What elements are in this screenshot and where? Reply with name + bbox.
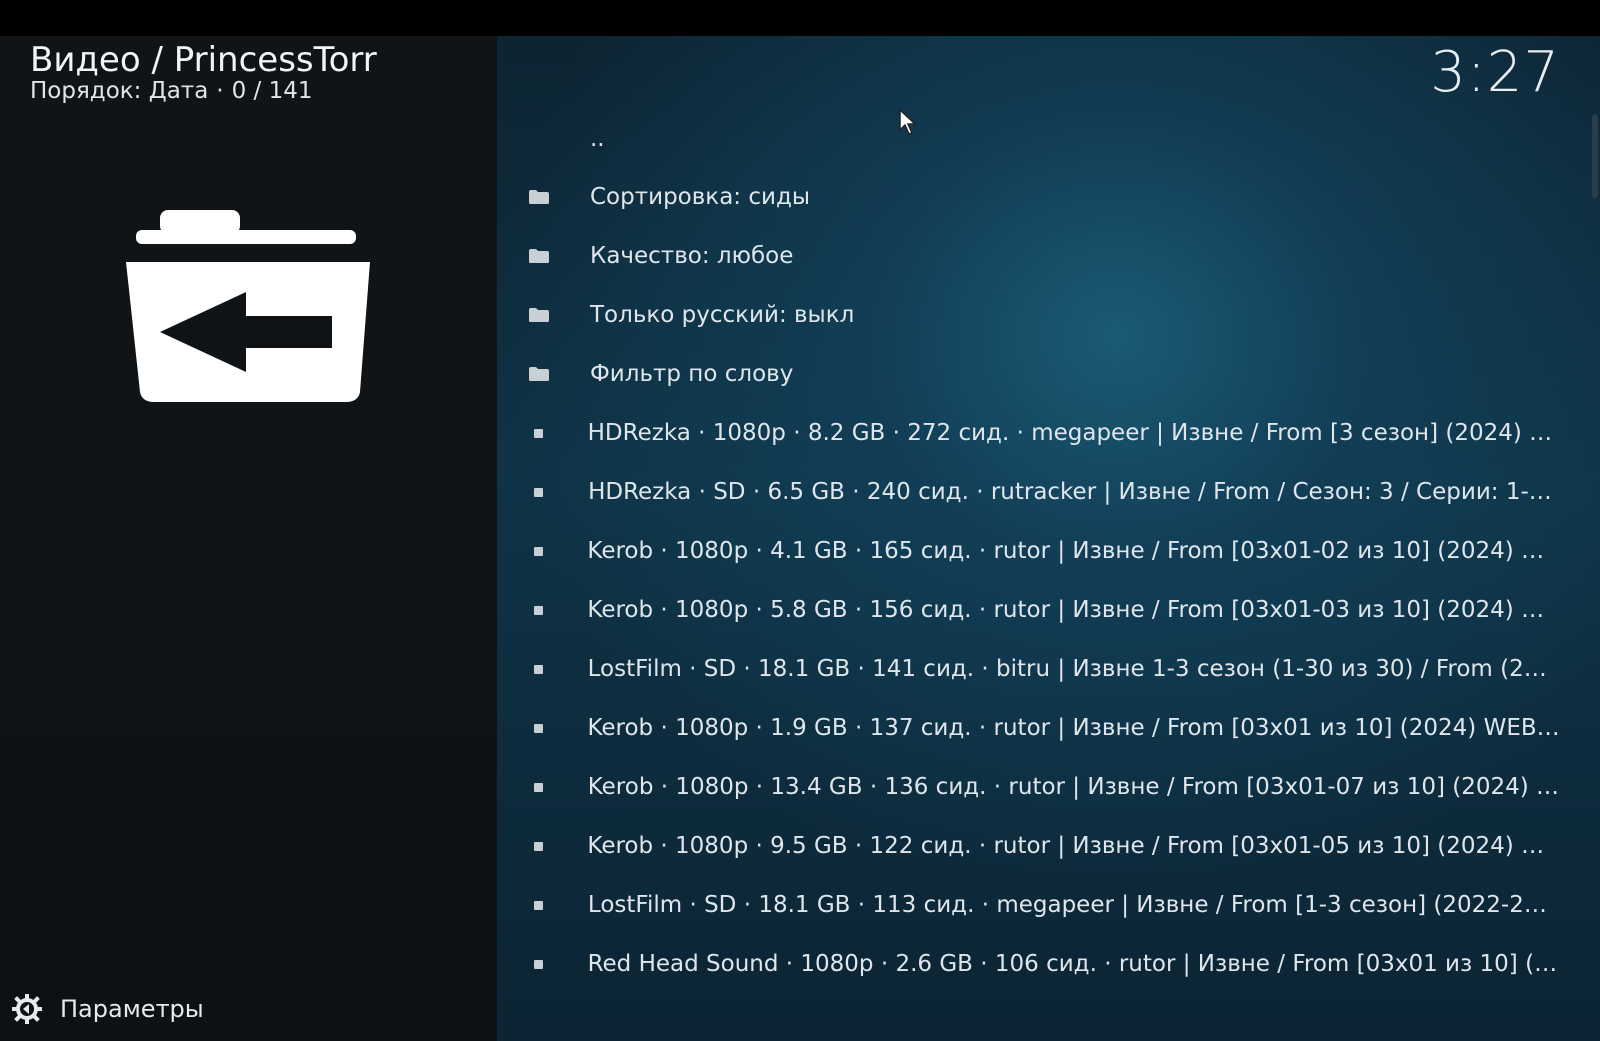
folder-back-icon <box>126 210 370 402</box>
bullet-icon <box>534 959 543 969</box>
folder-icon <box>529 190 549 204</box>
left-pane <box>0 36 497 1041</box>
page-title: Видео / PrincessTorr <box>30 40 377 80</box>
item-position: 0 / 141 <box>231 78 313 104</box>
list-item-label: Kerob · 1080p · 13.4 GB · 136 сид. · rut… <box>587 774 1560 800</box>
bullet-icon <box>534 782 543 792</box>
list-item-label: LostFilm · SD · 18.1 GB · 113 сид. · meg… <box>587 892 1560 918</box>
bullet-icon <box>534 546 543 556</box>
list-item-torrent[interactable]: LostFilm · SD · 18.1 GB · 113 сид. · meg… <box>520 880 1560 930</box>
clock: 3:27 <box>1430 40 1560 105</box>
list-item-label: HDRezka · 1080p · 8.2 GB · 272 сид. · me… <box>587 420 1560 446</box>
list-item-label: Только русский: выкл <box>590 302 855 328</box>
list-item-label: Kerob · 1080p · 5.8 GB · 156 сид. · ruto… <box>587 597 1560 623</box>
settings-button[interactable]: Параметры <box>12 994 204 1024</box>
sort-info: Порядок: Дата · 0 / 141 <box>30 78 313 104</box>
gear-icon <box>12 994 42 1024</box>
bullet-icon <box>534 900 543 910</box>
bullet-icon-wrap <box>520 605 571 615</box>
list-item-label: Сортировка: сиды <box>590 184 811 210</box>
separator: · <box>216 78 224 104</box>
sort-label: Порядок: Дата <box>30 78 209 104</box>
bullet-icon-wrap <box>520 546 571 556</box>
list-item-label: .. <box>590 126 605 152</box>
list-item-label: HDRezka · SD · 6.5 GB · 240 сид. · rutra… <box>588 479 1560 505</box>
bullet-icon-wrap <box>520 841 571 851</box>
scrollbar[interactable] <box>1592 114 1598 198</box>
top-bar <box>0 0 1600 36</box>
bullet-icon-wrap <box>520 959 572 969</box>
list-item-label: Kerob · 1080p · 4.1 GB · 165 сид. · ruto… <box>587 538 1560 564</box>
bullet-icon <box>534 487 543 497</box>
list-item-label: Kerob · 1080p · 9.5 GB · 122 сид. · ruto… <box>587 833 1560 859</box>
list-item-label: Качество: любое <box>590 243 794 269</box>
bullet-icon-wrap <box>520 723 571 733</box>
list-item-folder[interactable]: Качество: любое <box>520 231 1560 281</box>
list-item-torrent[interactable]: Red Head Sound · 1080p · 2.6 GB · 106 си… <box>520 939 1560 989</box>
list-item-label: LostFilm · SD · 18.1 GB · 141 сид. · bit… <box>587 656 1560 682</box>
list-item-label: Kerob · 1080p · 1.9 GB · 137 сид. · ruto… <box>587 715 1560 741</box>
bullet-icon-wrap <box>520 900 572 910</box>
list-item-torrent[interactable]: Kerob · 1080p · 1.9 GB · 137 сид. · ruto… <box>520 703 1560 753</box>
folder-icon <box>529 308 549 322</box>
list-item-torrent[interactable]: Kerob · 1080p · 4.1 GB · 165 сид. · ruto… <box>520 526 1560 576</box>
folder-icon-wrap <box>520 307 574 323</box>
list-item-label: Red Head Sound · 1080p · 2.6 GB · 106 си… <box>587 951 1560 977</box>
bullet-icon-wrap <box>520 782 572 792</box>
folder-icon-wrap <box>520 248 574 264</box>
list-item-folder[interactable]: Сортировка: сиды <box>520 172 1560 222</box>
bullet-icon-wrap <box>520 487 572 497</box>
list-item-torrent[interactable]: HDRezka · 1080p · 8.2 GB · 272 сид. · me… <box>520 408 1560 458</box>
folder-icon <box>529 367 549 381</box>
folder-icon-wrap <box>520 189 574 205</box>
list-item-torrent[interactable]: LostFilm · SD · 18.1 GB · 141 сид. · bit… <box>520 644 1560 694</box>
list-item-torrent[interactable]: Kerob · 1080p · 13.4 GB · 136 сид. · rut… <box>520 762 1560 812</box>
list-item-torrent[interactable]: HDRezka · SD · 6.5 GB · 240 сид. · rutra… <box>520 467 1560 517</box>
folder-icon <box>529 249 549 263</box>
bullet-icon <box>534 664 543 674</box>
bullet-icon <box>534 723 543 733</box>
bullet-icon <box>534 605 543 615</box>
bullet-icon <box>534 428 543 438</box>
list-item-folder[interactable]: Только русский: выкл <box>520 290 1560 340</box>
bullet-icon-wrap <box>520 428 572 438</box>
list-item-label: Фильтр по слову <box>590 361 794 387</box>
bullet-icon <box>534 841 543 851</box>
list-item-folder[interactable]: Фильтр по слову <box>520 349 1560 399</box>
settings-label: Параметры <box>60 995 204 1023</box>
bullet-icon-wrap <box>520 664 572 674</box>
list-item-torrent[interactable]: Kerob · 1080p · 9.5 GB · 122 сид. · ruto… <box>520 821 1560 871</box>
folder-icon-wrap <box>520 366 574 382</box>
list-item-parent[interactable]: .. <box>520 114 1560 164</box>
list-item-torrent[interactable]: Kerob · 1080p · 5.8 GB · 156 сид. · ruto… <box>520 585 1560 635</box>
